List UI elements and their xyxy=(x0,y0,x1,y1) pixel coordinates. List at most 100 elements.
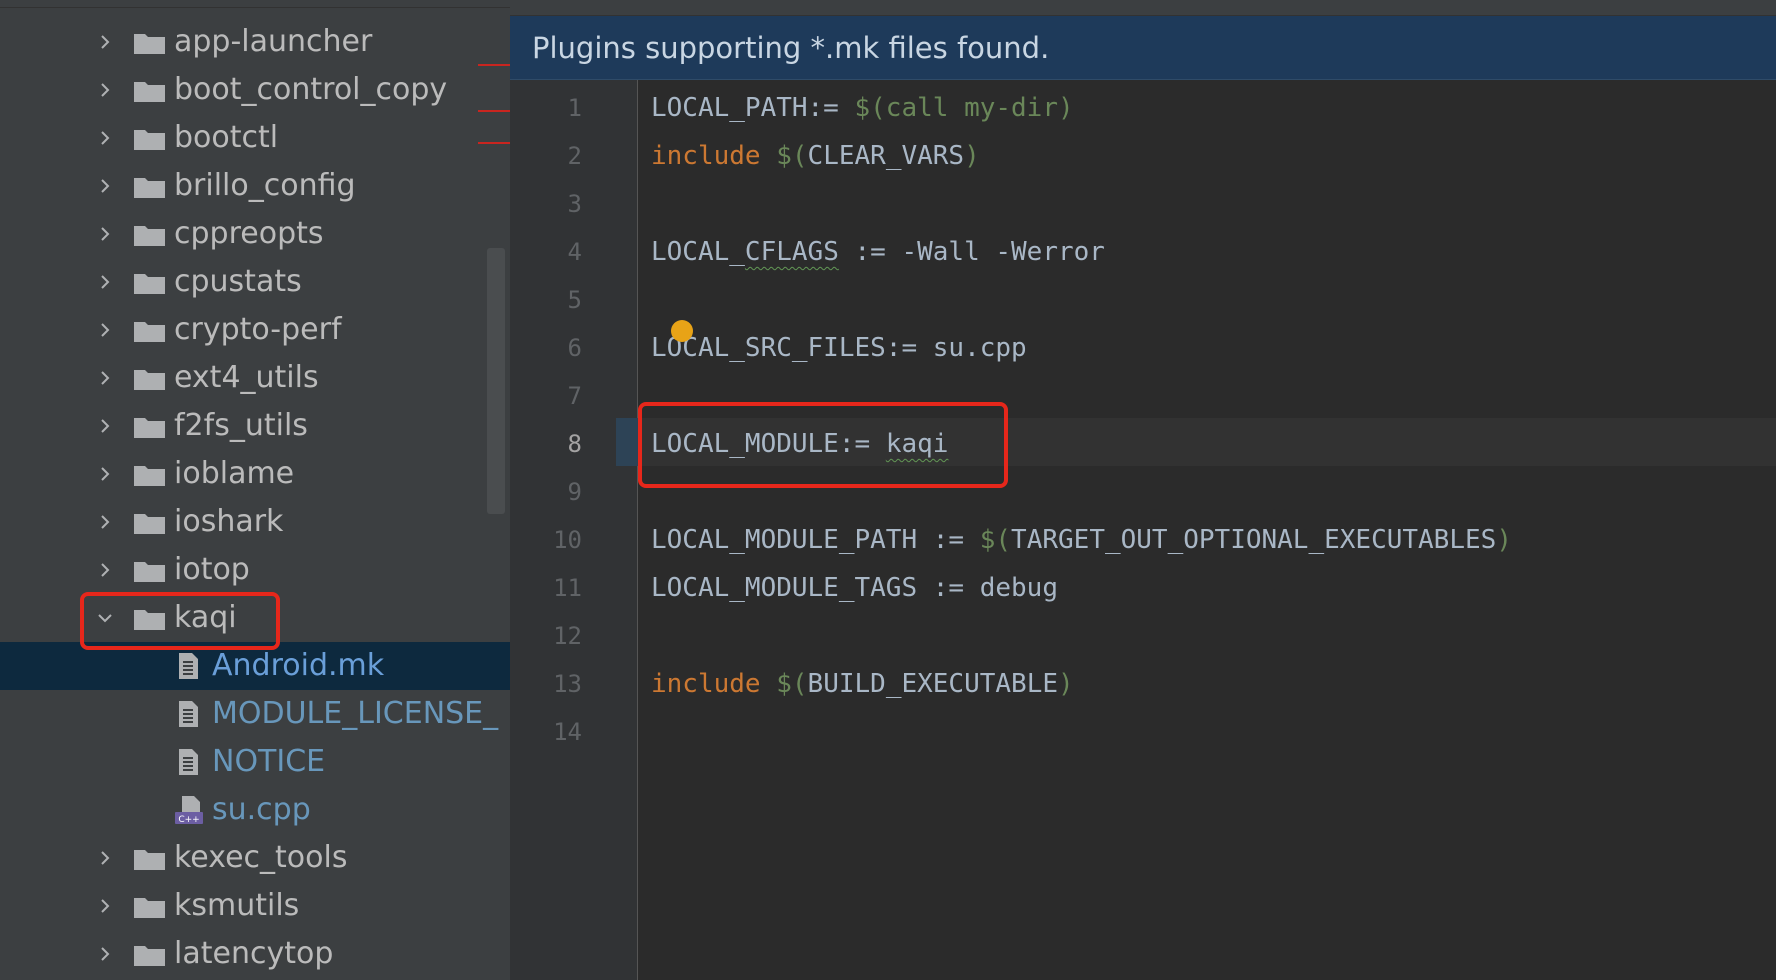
chevron-right-icon[interactable] xyxy=(94,18,116,66)
code-line-6[interactable]: LOCAL_SRC_FILES:= su.cpp xyxy=(651,324,1027,372)
folder-icon xyxy=(134,130,165,150)
vcs-change-marker xyxy=(478,64,510,66)
chevron-right-icon[interactable] xyxy=(94,66,116,114)
text-file-icon xyxy=(179,701,198,727)
code-token: ) xyxy=(1496,525,1512,555)
cpp-file-icon: C++ xyxy=(175,796,203,825)
tree-item-label: MODULE_LICENSE_ xyxy=(212,696,499,731)
line-number: 11 xyxy=(553,574,582,602)
annotation-highlight-kaqi-folder xyxy=(80,592,280,650)
tree-folder-ioshark[interactable]: ioshark xyxy=(0,498,510,546)
tree-folder-latencytop[interactable]: latencytop xyxy=(0,930,510,978)
line-number: 10 xyxy=(553,526,582,554)
tree-folder-ksmutils[interactable]: ksmutils xyxy=(0,882,510,930)
tree-folder-brillo-config[interactable]: brillo_config xyxy=(0,162,510,210)
editor-tab-strip xyxy=(510,0,1776,16)
code-line-13[interactable]: include $(BUILD_EXECUTABLE) xyxy=(651,660,1074,708)
code-token: $( xyxy=(979,525,1012,555)
tree-item-label: bootctl xyxy=(174,120,279,155)
code-token: LOCAL_ xyxy=(651,237,745,267)
plugin-notification-banner[interactable]: Plugins supporting *.mk files found. xyxy=(510,16,1776,80)
code-token: LOCAL_MODULE_PATH := xyxy=(651,525,980,555)
chevron-right-icon[interactable] xyxy=(94,834,116,882)
code-line-10[interactable]: LOCAL_MODULE_PATH := $(TARGET_OUT_OPTION… xyxy=(651,516,1512,564)
tree-folder-app-launcher[interactable]: app-launcher xyxy=(0,18,510,66)
project-tree-panel: app-launcher boot_control_copy bootctl b… xyxy=(0,0,510,980)
tree-item-label: kexec_tools xyxy=(174,840,348,875)
tree-scrollbar-thumb[interactable] xyxy=(487,248,505,514)
folder-icon xyxy=(134,178,165,198)
tree-file-su-cpp[interactable]: C++ su.cpp xyxy=(0,786,510,834)
folder-icon xyxy=(134,82,165,102)
folder-icon xyxy=(134,514,165,534)
folder-icon xyxy=(134,34,165,54)
tree-item-label: iotop xyxy=(174,552,250,587)
tree-folder-f2fs-utils[interactable]: f2fs_utils xyxy=(0,402,510,450)
folder-icon xyxy=(134,898,165,918)
line-number: 7 xyxy=(567,382,582,410)
chevron-right-icon[interactable] xyxy=(94,354,116,402)
text-file-icon xyxy=(179,749,198,775)
tree-folder-kexec-tools[interactable]: kexec_tools xyxy=(0,834,510,882)
chevron-right-icon[interactable] xyxy=(94,114,116,162)
tree-folder-iotop[interactable]: iotop xyxy=(0,546,510,594)
tree-item-label: ioshark xyxy=(174,504,284,539)
intention-bulb-icon[interactable] xyxy=(671,320,693,342)
code-line-2[interactable]: include $(CLEAR_VARS) xyxy=(651,132,980,180)
line-number: 14 xyxy=(553,718,582,746)
vcs-change-marker xyxy=(478,110,510,112)
folder-icon xyxy=(134,322,165,342)
code-token: LOCAL_MODULE_TAGS := debug xyxy=(651,573,1058,603)
keyword-token: include xyxy=(651,141,761,171)
code-token: BUILD_EXECUTABLE xyxy=(807,669,1058,699)
tree-item-label: brillo_config xyxy=(174,168,356,203)
line-number: 9 xyxy=(567,478,582,506)
tree-item-label: crypto-perf xyxy=(174,312,342,347)
tree-item-label: f2fs_utils xyxy=(174,408,308,443)
chevron-right-icon[interactable] xyxy=(94,402,116,450)
folder-icon xyxy=(134,370,165,390)
chevron-right-icon[interactable] xyxy=(94,930,116,978)
code-token: LOCAL_SRC_FILES:= su.cpp xyxy=(651,333,1027,363)
line-number: 2 xyxy=(567,142,582,170)
folder-icon xyxy=(134,418,165,438)
tree-file-module-license[interactable]: MODULE_LICENSE_ xyxy=(0,690,510,738)
code-line-4[interactable]: LOCAL_CFLAGS := -Wall -Werror xyxy=(651,228,1105,276)
tree-folder-ext4-utils[interactable]: ext4_utils xyxy=(0,354,510,402)
tree-header-strip xyxy=(0,0,510,8)
tree-item-label: boot_control_copy xyxy=(174,72,448,107)
tree-folder-cppreopts[interactable]: cppreopts xyxy=(0,210,510,258)
editor-panel[interactable]: Plugins supporting *.mk files found. 1 2… xyxy=(510,0,1776,980)
tree-item-label: ioblame xyxy=(174,456,295,491)
code-line-11[interactable]: LOCAL_MODULE_TAGS := debug xyxy=(651,564,1058,612)
annotation-highlight-local-module xyxy=(638,402,1008,488)
chevron-right-icon[interactable] xyxy=(94,450,116,498)
keyword-token: include xyxy=(651,669,761,699)
code-token: TARGET_OUT_OPTIONAL_EXECUTABLES xyxy=(1011,525,1497,555)
tree-item-label: su.cpp xyxy=(212,792,311,827)
tree-folder-cpustats[interactable]: cpustats xyxy=(0,258,510,306)
chevron-right-icon[interactable] xyxy=(94,306,116,354)
tree-item-label: app-launcher xyxy=(174,24,373,59)
code-line-1[interactable]: LOCAL_PATH:= $(call my-dir) xyxy=(651,84,1074,132)
vcs-change-marker xyxy=(478,142,510,144)
folder-icon xyxy=(134,274,165,294)
tree-folder-crypto-perf[interactable]: crypto-perf xyxy=(0,306,510,354)
chevron-right-icon[interactable] xyxy=(94,498,116,546)
tree-folder-boot-control-copy[interactable]: boot_control_copy xyxy=(0,66,510,114)
code-token-typo: CFLAGS xyxy=(744,237,839,267)
tree-item-label: cppreopts xyxy=(174,216,324,251)
code-token: $(call my-dir) xyxy=(854,93,1074,123)
folder-icon xyxy=(134,562,165,582)
code-token: ) xyxy=(964,141,980,171)
chevron-right-icon[interactable] xyxy=(94,210,116,258)
chevron-right-icon[interactable] xyxy=(94,162,116,210)
chevron-right-icon[interactable] xyxy=(94,258,116,306)
current-line-gutter-marker xyxy=(616,418,638,466)
tree-folder-ioblame[interactable]: ioblame xyxy=(0,450,510,498)
folder-icon xyxy=(134,946,165,966)
tree-folder-bootctl[interactable]: bootctl xyxy=(0,114,510,162)
chevron-right-icon[interactable] xyxy=(94,546,116,594)
chevron-right-icon[interactable] xyxy=(94,882,116,930)
tree-file-notice[interactable]: NOTICE xyxy=(0,738,510,786)
